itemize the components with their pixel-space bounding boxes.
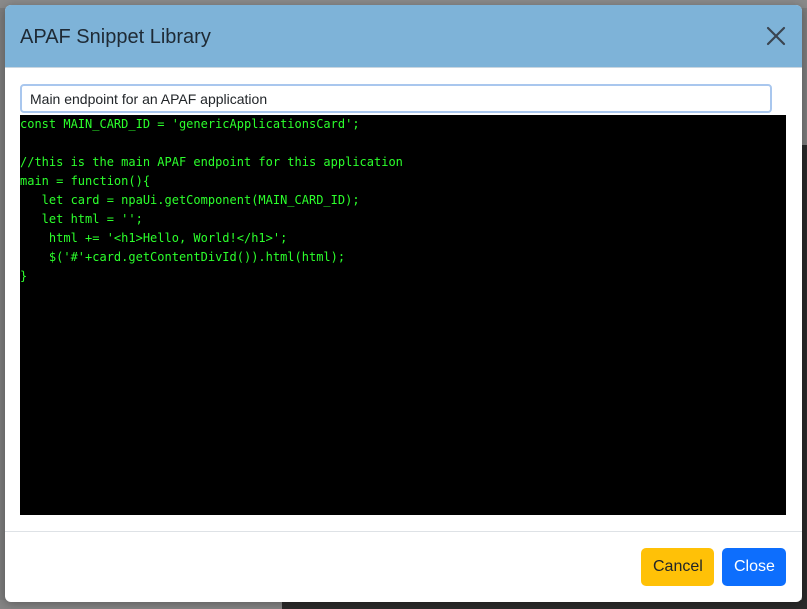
code-line: const MAIN_CARD_ID = 'genericApplication…: [20, 117, 360, 131]
cancel-button[interactable]: Cancel: [641, 548, 714, 586]
snippet-description-input[interactable]: [20, 84, 772, 113]
code-line: $('#'+card.getContentDivId()).html(html)…: [20, 250, 346, 264]
footer-divider: [5, 531, 802, 532]
snippet-library-modal: APAF Snippet Library const MAIN_CARD_ID …: [5, 5, 802, 602]
code-line: main = function(){: [20, 174, 151, 188]
modal-header: APAF Snippet Library: [5, 5, 802, 68]
modal-title: APAF Snippet Library: [20, 26, 211, 48]
code-line: }: [20, 269, 28, 283]
close-icon[interactable]: [762, 22, 790, 50]
code-line: let html = '';: [20, 212, 143, 226]
code-line: //this is the main APAF endpoint for thi…: [20, 155, 403, 169]
background-right-panel: [802, 145, 807, 609]
close-button[interactable]: Close: [722, 548, 786, 586]
code-editor[interactable]: const MAIN_CARD_ID = 'genericApplication…: [20, 115, 786, 515]
code-line: let card = npaUi.getComponent(MAIN_CARD_…: [20, 193, 360, 207]
code-line: html += '<h1>Hello, World!</h1>';: [20, 231, 288, 245]
